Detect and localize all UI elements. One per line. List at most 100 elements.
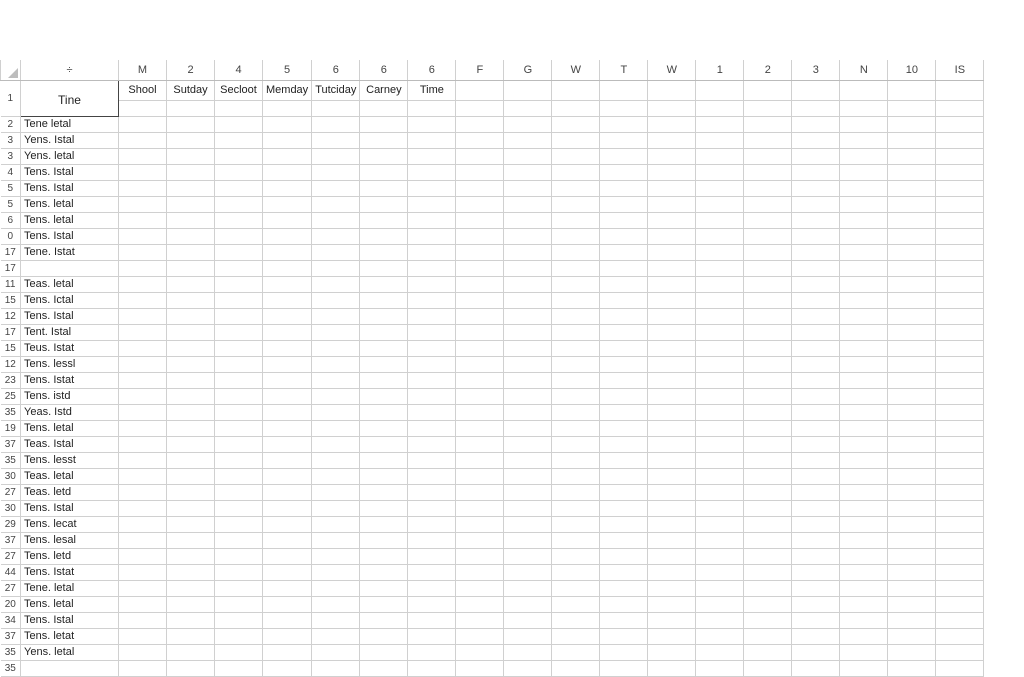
cell[interactable]	[936, 596, 984, 612]
cell[interactable]	[312, 532, 360, 548]
cell[interactable]	[167, 228, 215, 244]
cell[interactable]	[167, 436, 215, 452]
cell[interactable]	[167, 212, 215, 228]
cell[interactable]	[840, 244, 888, 260]
cell[interactable]	[263, 356, 312, 372]
cell[interactable]	[456, 100, 504, 116]
cell[interactable]	[696, 164, 744, 180]
cell[interactable]	[936, 356, 984, 372]
cell[interactable]	[552, 212, 600, 228]
cell[interactable]	[792, 548, 840, 564]
cell[interactable]	[696, 484, 744, 500]
cell[interactable]	[119, 324, 167, 340]
grid-row[interactable]: 37Tens. lesal	[1, 532, 984, 548]
grid-row[interactable]: 3Yens. Istal	[1, 132, 984, 148]
row-number[interactable]: 30	[1, 468, 21, 484]
cell[interactable]	[504, 228, 552, 244]
cell[interactable]	[600, 372, 648, 388]
cell[interactable]	[119, 148, 167, 164]
grid-row[interactable]: 17Tent. Istal	[1, 324, 984, 340]
cell[interactable]	[408, 244, 456, 260]
cell[interactable]	[215, 372, 263, 388]
cell[interactable]	[312, 196, 360, 212]
cell[interactable]	[215, 164, 263, 180]
cell[interactable]	[552, 356, 600, 372]
cell[interactable]	[552, 276, 600, 292]
cell[interactable]	[648, 660, 696, 676]
cell[interactable]	[600, 404, 648, 420]
cell[interactable]	[504, 580, 552, 596]
cell[interactable]	[744, 420, 792, 436]
cell[interactable]	[888, 132, 936, 148]
cell[interactable]	[552, 308, 600, 324]
cell[interactable]	[744, 516, 792, 532]
cell[interactable]	[648, 468, 696, 484]
cell[interactable]	[552, 564, 600, 580]
cell[interactable]	[408, 388, 456, 404]
cell[interactable]	[600, 324, 648, 340]
column-header[interactable]: 6	[360, 60, 408, 80]
cell[interactable]	[312, 132, 360, 148]
cell[interactable]	[888, 100, 936, 116]
cell[interactable]	[648, 644, 696, 660]
cell[interactable]	[215, 244, 263, 260]
cell[interactable]	[119, 596, 167, 612]
cell[interactable]	[119, 532, 167, 548]
cell[interactable]	[408, 116, 456, 132]
cell[interactable]	[840, 100, 888, 116]
cell[interactable]	[600, 612, 648, 628]
cell[interactable]	[840, 628, 888, 644]
cell[interactable]	[936, 164, 984, 180]
cell[interactable]	[408, 100, 456, 116]
cell[interactable]	[648, 228, 696, 244]
cell[interactable]	[648, 196, 696, 212]
cell[interactable]	[600, 548, 648, 564]
row-number[interactable]: 17	[1, 260, 21, 276]
cell-col-a[interactable]: Tens. letal	[21, 596, 119, 612]
cell[interactable]	[312, 516, 360, 532]
row-number[interactable]: 17	[1, 244, 21, 260]
cell[interactable]	[504, 80, 552, 100]
cell[interactable]	[648, 564, 696, 580]
cell[interactable]	[215, 532, 263, 548]
cell[interactable]	[792, 260, 840, 276]
cell[interactable]	[504, 164, 552, 180]
cell[interactable]	[360, 580, 408, 596]
cell[interactable]	[744, 212, 792, 228]
cell[interactable]	[792, 292, 840, 308]
cell[interactable]	[936, 644, 984, 660]
cell[interactable]	[600, 500, 648, 516]
grid[interactable]: ÷ M 2 4 5 6 6 6 F G W T W 1 2 3 N 10 IS …	[0, 60, 984, 677]
cell[interactable]	[648, 116, 696, 132]
cell[interactable]	[552, 80, 600, 100]
cell[interactable]	[360, 292, 408, 308]
cell[interactable]	[840, 660, 888, 676]
column-header[interactable]: T	[600, 60, 648, 80]
cell[interactable]	[119, 468, 167, 484]
cell[interactable]	[119, 132, 167, 148]
cell[interactable]	[456, 660, 504, 676]
cell[interactable]	[696, 80, 744, 100]
cell[interactable]	[408, 500, 456, 516]
cell[interactable]	[888, 308, 936, 324]
cell[interactable]	[408, 148, 456, 164]
cell[interactable]	[263, 132, 312, 148]
cell[interactable]	[936, 372, 984, 388]
cell[interactable]	[600, 532, 648, 548]
row-number[interactable]: 25	[1, 388, 21, 404]
cell[interactable]	[888, 212, 936, 228]
cell[interactable]	[936, 660, 984, 676]
cell[interactable]	[696, 660, 744, 676]
cell[interactable]	[600, 436, 648, 452]
row-number[interactable]: 37	[1, 436, 21, 452]
grid-row[interactable]: 11Teas. letal	[1, 276, 984, 292]
cell[interactable]	[263, 436, 312, 452]
cell[interactable]	[648, 628, 696, 644]
cell[interactable]	[696, 532, 744, 548]
cell[interactable]	[263, 180, 312, 196]
row-number[interactable]: 5	[1, 180, 21, 196]
cell[interactable]	[888, 436, 936, 452]
cell[interactable]	[167, 564, 215, 580]
column-header-a[interactable]: ÷	[21, 60, 119, 80]
cell[interactable]	[456, 612, 504, 628]
